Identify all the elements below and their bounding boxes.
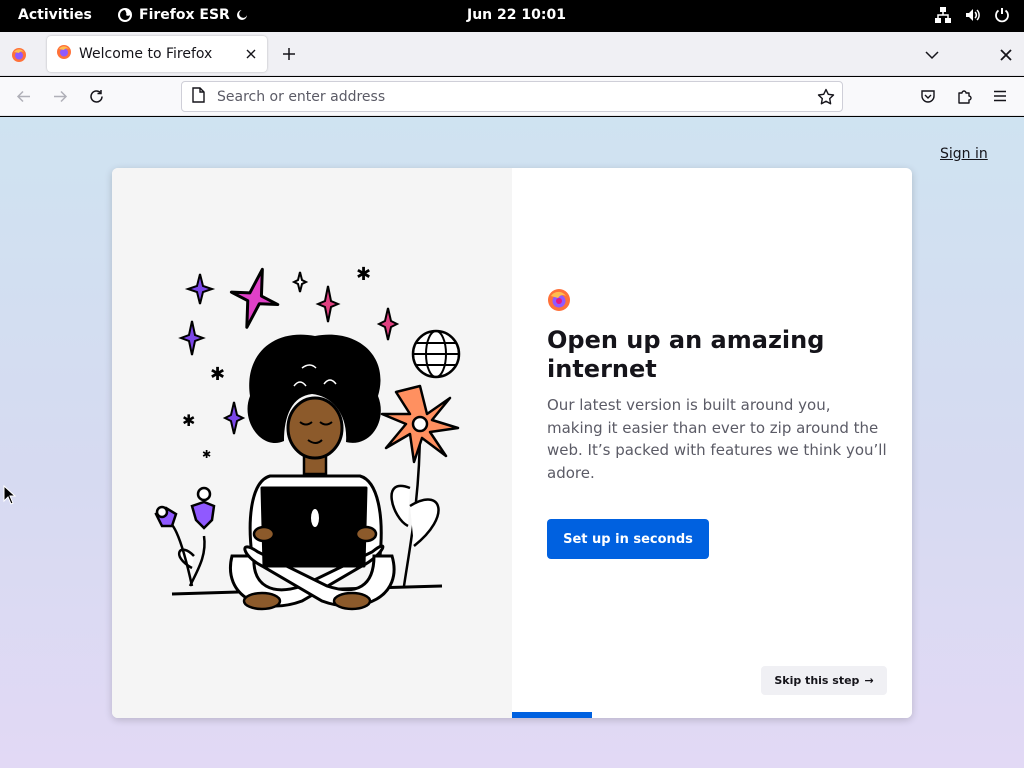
svg-text:✱: ✱ [182, 411, 195, 430]
set-up-button[interactable]: Set up in seconds [547, 519, 709, 559]
network-icon [935, 7, 951, 23]
back-arrow-icon[interactable] [15, 88, 32, 109]
tab-close-icon[interactable] [244, 46, 258, 65]
page-icon [191, 86, 205, 107]
tab-label: Welcome to Firefox [79, 46, 213, 62]
bookmark-star-icon[interactable] [817, 88, 835, 110]
mouse-cursor-icon [3, 485, 17, 505]
forward-arrow-icon[interactable] [52, 88, 69, 109]
pocket-icon[interactable] [920, 88, 936, 108]
activities-button[interactable]: Activities [18, 7, 92, 23]
list-all-tabs-chevron-down-icon[interactable] [924, 47, 940, 67]
extensions-puzzle-icon[interactable] [956, 88, 972, 108]
arrow-right-icon: → [864, 674, 874, 687]
skip-step-button[interactable]: Skip this step → [761, 666, 887, 695]
url-bar[interactable] [181, 81, 843, 112]
power-icon [995, 8, 1009, 23]
tab-favicon-icon [56, 44, 72, 64]
window-close-icon[interactable] [999, 47, 1013, 66]
loading-icon [236, 10, 247, 20]
content-pane: Open up an amazing internet Our latest v… [512, 168, 912, 718]
clock[interactable]: Jun 22 10:01 [467, 7, 566, 23]
tab-strip: Welcome to Firefox [0, 32, 1024, 76]
onboarding-card: ✱ ✱ ✱ ✱ Open up an amazing internet Our … [112, 168, 912, 718]
page-description: Our latest version is built around you, … [547, 396, 887, 482]
firefox-view-icon[interactable] [11, 47, 27, 67]
firefox-app-icon [118, 8, 132, 22]
address-input[interactable] [217, 88, 797, 105]
skip-step-label: Skip this step [774, 674, 860, 687]
volume-icon [966, 9, 980, 21]
onboarding-progress-bar [512, 712, 912, 718]
system-tray[interactable] [934, 6, 1010, 24]
navigation-toolbar [0, 77, 1024, 116]
svg-text:✱: ✱ [210, 364, 225, 385]
illustration-pane: ✱ ✱ ✱ ✱ [112, 168, 512, 718]
app-name: Firefox ESR [139, 7, 230, 23]
hamburger-menu-icon[interactable] [992, 88, 1008, 108]
tab-welcome[interactable]: Welcome to Firefox [47, 36, 267, 72]
globe-icon [411, 329, 461, 379]
sign-in-link[interactable]: Sign in [940, 146, 988, 162]
new-tab-button[interactable] [281, 46, 297, 66]
app-menu[interactable]: Firefox ESR [117, 7, 248, 23]
firefox-logo-icon [547, 288, 571, 316]
onboarding-progress-fill [512, 712, 592, 718]
person-with-laptop-illustration: ✱ ✱ ✱ ✱ [154, 264, 461, 611]
reload-icon[interactable] [88, 88, 105, 109]
page-content: Sign in ✱ ✱ ✱ ✱ Open up an amazing inter… [0, 117, 1024, 768]
svg-text:✱: ✱ [356, 264, 371, 285]
gnome-top-bar: Activities Firefox ESR Jun 22 10:01 [0, 0, 1024, 32]
page-heading: Open up an amazing internet [547, 326, 825, 383]
svg-text:✱: ✱ [202, 448, 211, 461]
